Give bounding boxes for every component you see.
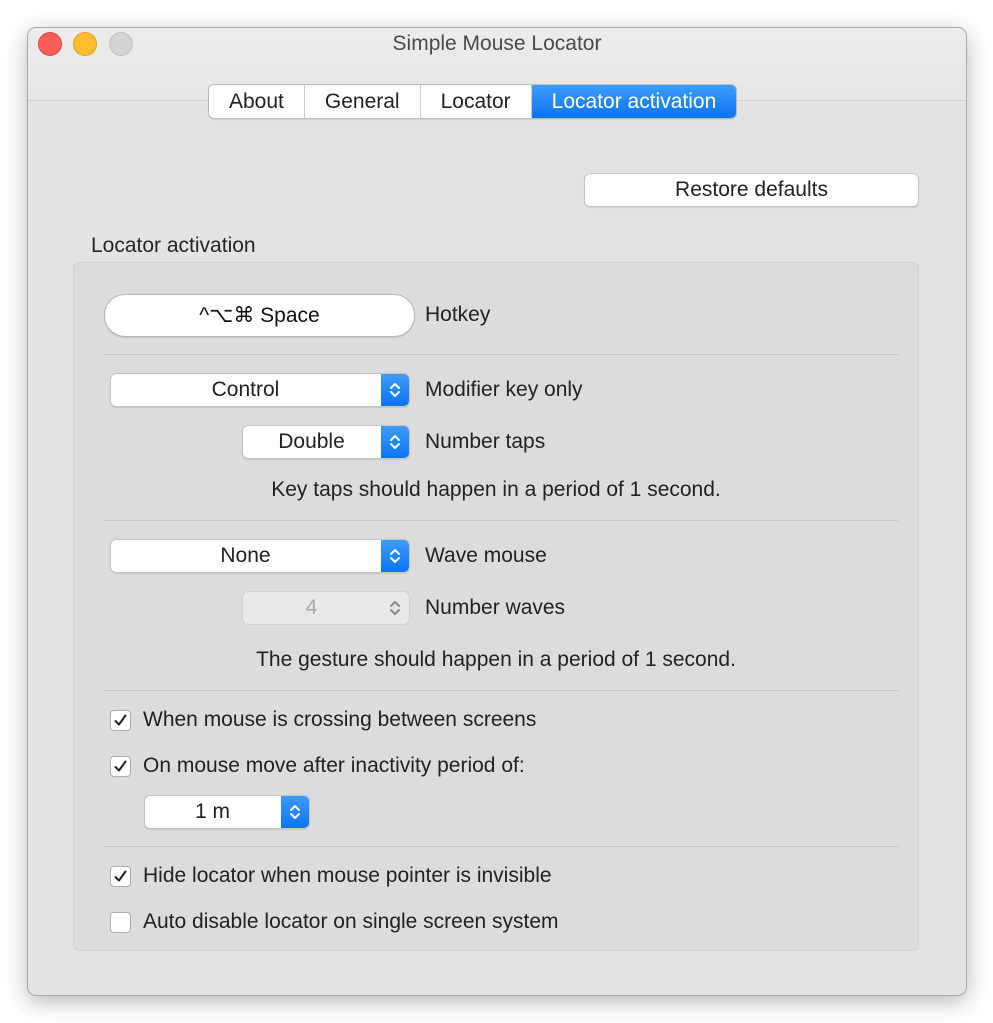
modifier-key-popup[interactable]: Control bbox=[110, 373, 410, 407]
activation-group-box: ^⌥⌘ Space Hotkey Control Modifier key on… bbox=[73, 262, 919, 951]
gesture-note: The gesture should happen in a period of… bbox=[256, 648, 736, 671]
number-waves-label: Number waves bbox=[425, 596, 566, 619]
hide-locator-label[interactable]: Hide locator when mouse pointer is invis… bbox=[143, 864, 552, 888]
number-taps-value: Double bbox=[278, 430, 345, 453]
updown-chevron-icon bbox=[381, 374, 409, 406]
divider bbox=[104, 846, 898, 847]
tab-bar: About General Locator Locator activation bbox=[208, 84, 738, 119]
inactivity-label[interactable]: On mouse move after inactivity period of… bbox=[143, 754, 525, 778]
crossing-screens-checkbox[interactable] bbox=[110, 710, 131, 731]
checkmark-icon bbox=[114, 714, 127, 726]
modifier-key-label: Modifier key only bbox=[425, 378, 583, 401]
wave-mouse-value: None bbox=[220, 544, 271, 567]
checkmark-icon bbox=[114, 760, 127, 772]
tab-locator-activation[interactable]: Locator activation bbox=[531, 85, 737, 118]
preferences-window: Simple Mouse Locator About General Locat… bbox=[27, 27, 967, 996]
tab-about[interactable]: About bbox=[209, 85, 305, 118]
divider bbox=[104, 354, 898, 355]
hotkey-label: Hotkey bbox=[425, 303, 491, 326]
wave-mouse-popup[interactable]: None bbox=[110, 539, 410, 573]
updown-chevron-icon bbox=[281, 796, 309, 828]
modifier-key-value: Control bbox=[211, 378, 280, 401]
number-taps-popup[interactable]: Double bbox=[242, 425, 410, 459]
window-title: Simple Mouse Locator bbox=[392, 32, 602, 55]
tab-locator[interactable]: Locator bbox=[421, 85, 532, 118]
tab-general[interactable]: General bbox=[305, 85, 421, 118]
hotkey-recorder[interactable]: ^⌥⌘ Space bbox=[104, 294, 415, 337]
inactivity-period-popup[interactable]: 1 m bbox=[144, 795, 310, 829]
checkmark-icon bbox=[114, 870, 127, 882]
updown-chevron-icon bbox=[381, 540, 409, 572]
inactivity-period-value: 1 m bbox=[194, 800, 230, 823]
divider bbox=[104, 520, 898, 521]
updown-chevron-icon bbox=[381, 592, 409, 624]
restore-defaults-button[interactable]: Restore defaults bbox=[584, 173, 919, 207]
number-taps-label: Number taps bbox=[425, 430, 546, 453]
inactivity-checkbox[interactable] bbox=[110, 756, 131, 777]
number-waves-value: 4 bbox=[305, 596, 318, 619]
crossing-screens-label[interactable]: When mouse is crossing between screens bbox=[143, 708, 536, 732]
auto-disable-label[interactable]: Auto disable locator on single screen sy… bbox=[143, 910, 559, 934]
divider bbox=[104, 690, 898, 691]
section-title: Locator activation bbox=[91, 234, 256, 257]
number-waves-popup: 4 bbox=[242, 591, 410, 625]
updown-chevron-icon bbox=[381, 426, 409, 458]
auto-disable-checkbox[interactable] bbox=[110, 912, 131, 933]
taps-note: Key taps should happen in a period of 1 … bbox=[271, 478, 721, 501]
wave-mouse-label: Wave mouse bbox=[425, 544, 547, 567]
hide-locator-checkbox[interactable] bbox=[110, 866, 131, 887]
